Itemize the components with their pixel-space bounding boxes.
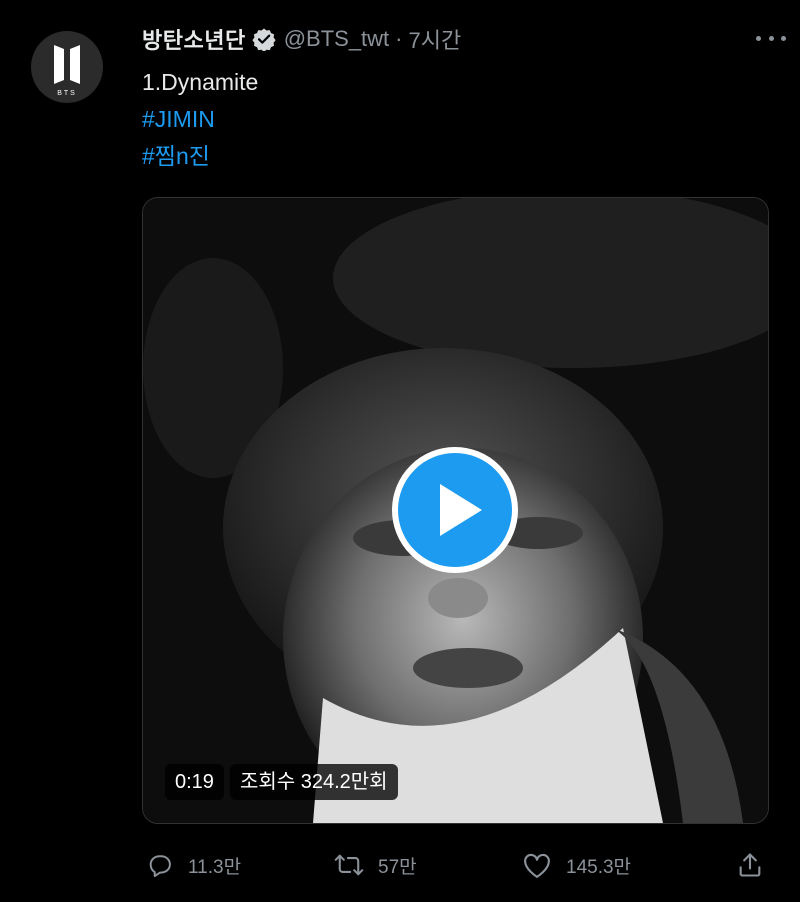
video-views: 조회수 324.2만회 [229,764,398,800]
retweet-icon [334,854,364,876]
profile-avatar[interactable]: BTS [31,31,103,103]
author-name[interactable]: 방탄소년단 [142,23,246,55]
hashtag-link[interactable]: #찜n진 [142,138,258,175]
like-button[interactable]: 145.3만 [522,845,631,885]
reply-count: 11.3만 [188,856,242,878]
reply-button[interactable]: 11.3만 [146,845,241,885]
bts-logo-icon: BTS [54,45,80,97]
retweet-button[interactable]: 57만 [334,845,417,885]
bts-logo-text: BTS [57,90,77,97]
tweet-line: 1.Dynamite [142,69,259,95]
tweet-actions: 11.3만 57만 145.3만 [142,845,772,885]
tweet-text: 1.Dynamite #JIMIN #찜n진 [142,64,258,175]
tweet-header: 방탄소년단 @BTS_twt · 7시간 [142,22,780,56]
header-separator: · [395,26,403,51]
more-icon[interactable] [756,26,786,50]
retweet-count: 57만 [378,856,417,878]
video-player[interactable]: 0:19 조회수 324.2만회 [142,197,769,824]
video-info: 0:19 조회수 324.2만회 [165,764,398,800]
share-button[interactable] [736,845,764,885]
play-icon[interactable] [391,446,519,574]
author-handle[interactable]: @BTS_twt [284,26,389,52]
hashtag-link[interactable]: #JIMIN [142,101,258,138]
like-count: 145.3만 [566,856,632,878]
reply-icon [149,855,171,878]
like-icon [524,853,550,878]
verified-badge-icon [252,28,276,51]
tweet-timestamp[interactable]: 7시간 [409,23,462,55]
share-icon [739,853,761,877]
video-duration: 0:19 [165,764,224,800]
